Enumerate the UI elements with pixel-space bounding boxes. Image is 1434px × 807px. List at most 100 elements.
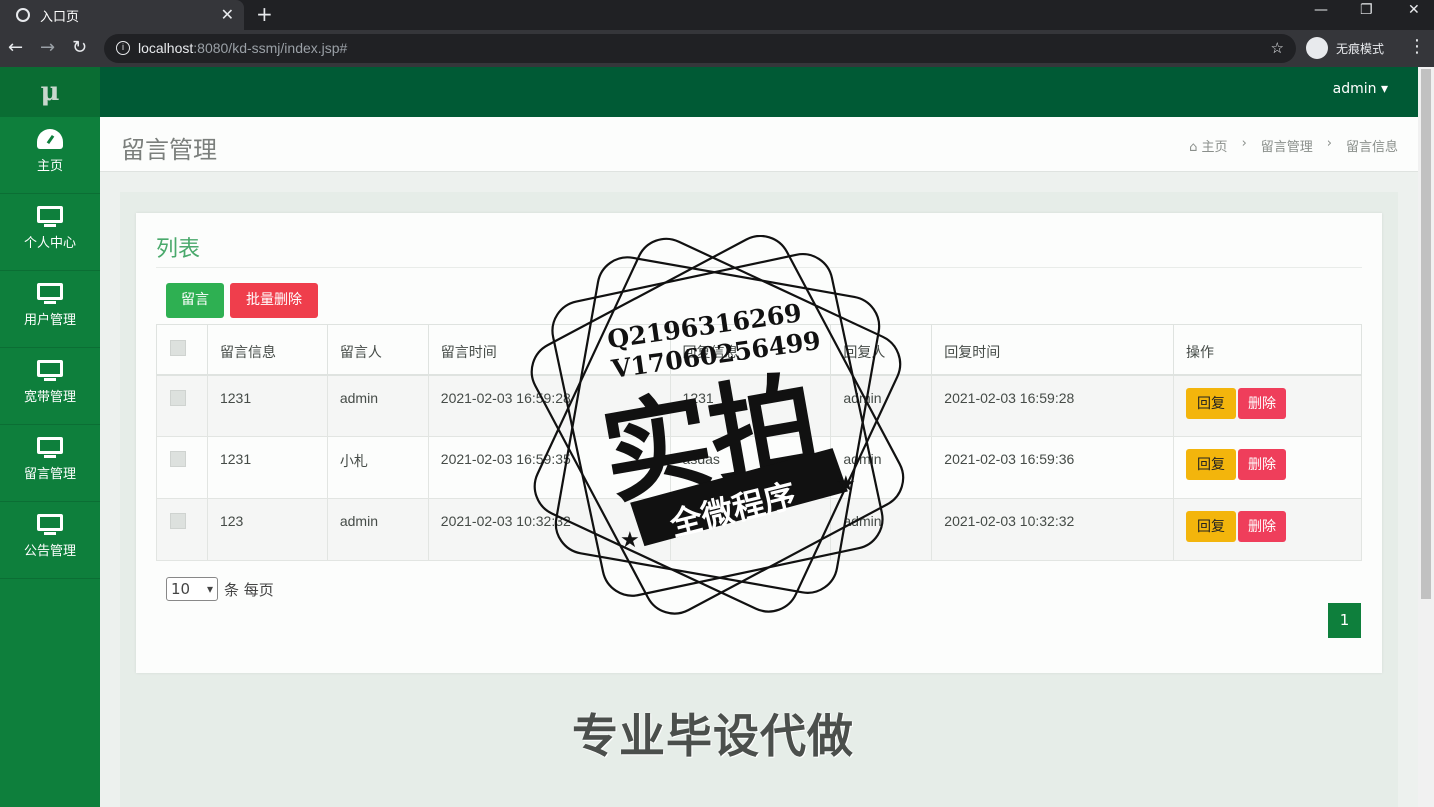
cell-time: 2021-02-03 16:59:35 [427, 436, 671, 499]
reload-icon[interactable]: ↻ [72, 37, 87, 58]
cell-message: 1231 [206, 374, 328, 437]
monitor-icon [37, 437, 63, 458]
cell-reply-time: 2021-02-03 16:59:36 [931, 436, 1175, 499]
select-all-checkbox[interactable] [170, 340, 186, 357]
sidebar-item-label: 宽带管理 [23, 390, 76, 405]
breadcrumb-section[interactable]: 留言管理 [1261, 136, 1313, 155]
cell-message: 1231 [206, 436, 328, 499]
sidebar-item-announcements[interactable]: 公告管理 [0, 502, 100, 579]
incognito-label: 无痕模式 [1336, 41, 1385, 56]
sidebar-item-broadband[interactable]: 宽带管理 [0, 348, 100, 425]
globe-icon [16, 8, 30, 22]
breadcrumb-separator: › [1326, 136, 1332, 151]
browser-menu-icon[interactable]: ⋮ [1408, 36, 1426, 57]
sidebar-item-label: 公告管理 [23, 544, 76, 559]
column-header: 留言时间 [427, 324, 671, 376]
monitor-icon [37, 360, 63, 381]
cell-replier: admin [830, 436, 933, 499]
incognito-indicator[interactable]: 无痕模式 [1306, 36, 1384, 60]
cell-replier: admin [830, 498, 933, 561]
cell-reply: 1231 [669, 374, 832, 437]
column-header: 回复时间 [931, 324, 1175, 376]
user-name: admin [1332, 81, 1377, 97]
reply-button[interactable]: 回复 [1186, 449, 1237, 480]
breadcrumb-separator: › [1241, 136, 1247, 151]
table-row: 1231 小札 2021-02-03 16:59:35 asdas admin … [156, 436, 1362, 499]
cell-replier: admin [830, 374, 933, 437]
page-title: 留言管理 [121, 136, 217, 164]
monitor-icon [37, 514, 63, 535]
page-size-select[interactable]: 10 [166, 577, 218, 601]
delete-button[interactable]: 删除 [1238, 449, 1287, 480]
cell-author: admin [326, 498, 429, 561]
reply-button[interactable]: 回复 [1186, 511, 1237, 542]
new-tab-icon[interactable]: + [256, 2, 273, 26]
incognito-icon [1306, 37, 1328, 59]
forward-icon[interactable]: → [40, 37, 55, 58]
cell-message: 123 [206, 498, 328, 561]
site-info-icon[interactable]: i [116, 41, 130, 55]
add-message-button[interactable]: 留言 [166, 283, 224, 318]
cell-reply [669, 498, 832, 561]
message-table: 留言信息 留言人 留言时间 回复信息 回复人 回复时间 操作 1231 admi… [156, 324, 1362, 561]
url-path: :8080/kd-ssmj/index.jsp# [193, 40, 348, 56]
cell-author: 小札 [326, 436, 429, 499]
column-header: 留言人 [326, 324, 429, 376]
reply-button[interactable]: 回复 [1186, 387, 1237, 419]
sidebar-item-label: 个人中心 [23, 236, 76, 251]
page: μ 主页 个人中心 用户管理 宽带管理 留言管理 公告管理 admin ▾ 留言 [0, 67, 1434, 807]
minimize-icon[interactable]: — [1314, 2, 1328, 18]
cell-time: 2021-02-03 16:59:28 [427, 374, 671, 437]
restore-icon[interactable]: ❐ [1360, 2, 1373, 18]
column-header: 回复人 [830, 324, 933, 376]
row-checkbox[interactable] [170, 389, 186, 406]
page-button-current[interactable]: 1 [1328, 603, 1361, 638]
monitor-icon [37, 283, 63, 304]
page-header: 留言管理 ⌂ 主页 › 留言管理 › 留言信息 [100, 117, 1418, 172]
user-menu[interactable]: admin ▾ [1333, 81, 1388, 97]
column-header: 留言信息 [206, 324, 328, 376]
sidebar-item-users[interactable]: 用户管理 [0, 271, 100, 348]
dashboard-icon [37, 129, 63, 149]
cell-reply-time: 2021-02-03 10:32:32 [931, 498, 1175, 561]
top-navbar: admin ▾ [100, 67, 1418, 117]
page-size-control: 10 条 每页 [166, 577, 274, 601]
table-row: 1231 admin 2021-02-03 16:59:28 1231 admi… [156, 374, 1362, 437]
browser-tab[interactable]: 入口页 ✕ [0, 0, 244, 30]
browser-tab-strip: 入口页 ✕ + — ❐ ✕ [0, 0, 1434, 30]
row-checkbox[interactable] [170, 451, 186, 467]
sidebar-item-messages[interactable]: 留言管理 [0, 425, 100, 502]
column-header: 回复信息 [669, 324, 832, 376]
table-row: 123 admin 2021-02-03 10:32:32 admin 2021… [156, 498, 1362, 561]
delete-button[interactable]: 删除 [1238, 387, 1287, 419]
column-header: 操作 [1173, 324, 1362, 376]
cell-author: admin [326, 374, 429, 437]
brand-logo: μ [0, 67, 100, 117]
breadcrumb-current: 留言信息 [1345, 140, 1398, 155]
bookmark-star-icon[interactable]: ☆ [1271, 34, 1284, 63]
table-header-row: 留言信息 留言人 留言时间 回复信息 回复人 回复时间 操作 [156, 324, 1362, 376]
sidebar: μ 主页 个人中心 用户管理 宽带管理 留言管理 公告管理 [0, 67, 100, 807]
breadcrumb-home[interactable]: ⌂ 主页 [1189, 136, 1227, 155]
url-host: localhost [138, 40, 194, 56]
tab-title: 入口页 [40, 9, 80, 25]
window-close-icon[interactable]: ✕ [1408, 2, 1420, 18]
sidebar-item-label: 主页 [36, 159, 63, 174]
watermark-bottom-text: 专业毕设代做 [572, 709, 854, 763]
card-title: 列表 [156, 237, 201, 262]
sidebar-item-label: 用户管理 [23, 313, 76, 328]
divider [156, 267, 1362, 268]
page-scrollbar[interactable] [1418, 67, 1434, 807]
sidebar-item-profile[interactable]: 个人中心 [0, 194, 100, 271]
home-icon: ⌂ [1189, 140, 1198, 155]
cell-reply: asdas [669, 436, 832, 499]
back-icon[interactable]: ← [8, 37, 23, 58]
sidebar-item-home[interactable]: 主页 [0, 117, 100, 194]
url-field[interactable]: i localhost:8080/kd-ssmj/index.jsp# ☆ [104, 34, 1296, 63]
close-tab-icon[interactable]: ✕ [221, 5, 234, 24]
scrollbar-thumb[interactable] [1421, 69, 1431, 599]
row-checkbox[interactable] [170, 513, 186, 529]
monitor-icon [37, 206, 63, 227]
batch-delete-button[interactable]: 批量删除 [230, 283, 318, 318]
delete-button[interactable]: 删除 [1238, 511, 1287, 542]
